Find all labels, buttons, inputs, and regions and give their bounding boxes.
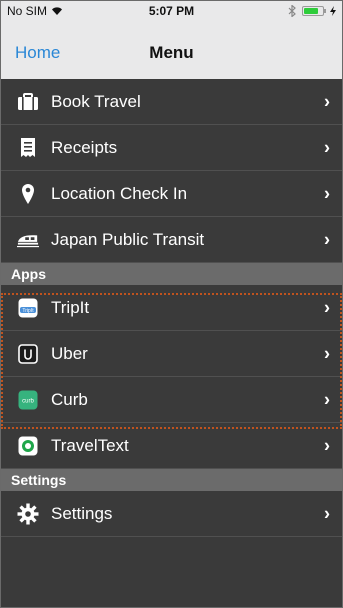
bluetooth-icon xyxy=(288,5,296,17)
menu-item-label: TripIt xyxy=(51,297,90,317)
uber-icon xyxy=(17,343,39,365)
menu-item-uber[interactable]: Uber › xyxy=(1,331,342,377)
section-header-settings: Settings xyxy=(1,469,342,491)
chevron-right-icon: › xyxy=(324,343,330,363)
chevron-right-icon: › xyxy=(324,183,330,203)
menu-item-label: Receipts xyxy=(51,137,118,157)
menu-item-receipts[interactable]: Receipts › xyxy=(1,125,342,171)
svg-text:curb: curb xyxy=(22,398,34,404)
status-bar: No SIM 5:07 PM xyxy=(1,1,342,21)
carrier-label: No SIM xyxy=(7,4,48,18)
receipt-icon xyxy=(17,137,39,159)
menu-item-label: Curb xyxy=(51,389,88,409)
menu-item-label: TravelText xyxy=(51,435,129,455)
menu-item-label: Japan Public Transit xyxy=(51,229,205,249)
briefcase-icon xyxy=(17,91,39,113)
menu-item-settings[interactable]: Settings › xyxy=(1,491,342,537)
gear-icon xyxy=(17,503,39,525)
section-header-apps: Apps xyxy=(1,263,342,285)
menu-item-location-check-in[interactable]: Location Check In › xyxy=(1,171,342,217)
chevron-right-icon: › xyxy=(324,435,330,455)
chevron-right-icon: › xyxy=(324,297,330,317)
status-left: No SIM xyxy=(7,4,63,18)
menu-item-book-travel[interactable]: Book Travel › xyxy=(1,79,342,125)
traveltext-icon xyxy=(17,435,39,457)
chevron-right-icon: › xyxy=(324,137,330,157)
location-pin-icon xyxy=(17,183,39,205)
tripit-icon: TripIt xyxy=(17,297,39,319)
menu-item-tripit[interactable]: TripIt TripIt › xyxy=(1,285,342,331)
chevron-right-icon: › xyxy=(324,91,330,111)
menu-list: Book Travel › Receipts › Location Check … xyxy=(1,79,342,537)
charging-icon xyxy=(330,6,336,16)
menu-item-label: Book Travel xyxy=(51,91,141,111)
menu-item-curb[interactable]: curb Curb › xyxy=(1,377,342,423)
menu-item-label: Location Check In xyxy=(51,183,188,203)
navigation-bar: Home Menu xyxy=(1,21,342,85)
chevron-right-icon: › xyxy=(324,503,330,523)
chevron-right-icon: › xyxy=(324,229,330,249)
menu-item-label: Uber xyxy=(51,343,88,363)
chevron-right-icon: › xyxy=(324,389,330,409)
menu-item-label: Settings xyxy=(51,503,113,523)
battery-icon xyxy=(302,6,326,16)
menu-item-japan-public-transit[interactable]: Japan Public Transit › xyxy=(1,217,342,263)
curb-icon: curb xyxy=(17,389,39,411)
menu-item-traveltext[interactable]: TravelText › xyxy=(1,423,342,469)
wifi-icon xyxy=(52,7,63,15)
status-right xyxy=(288,5,336,17)
app-screen: No SIM 5:07 PM Home Menu Book Travel › R… xyxy=(0,0,343,608)
svg-text:TripIt: TripIt xyxy=(22,308,34,314)
page-title: Menu xyxy=(149,43,194,62)
train-icon xyxy=(17,229,39,251)
